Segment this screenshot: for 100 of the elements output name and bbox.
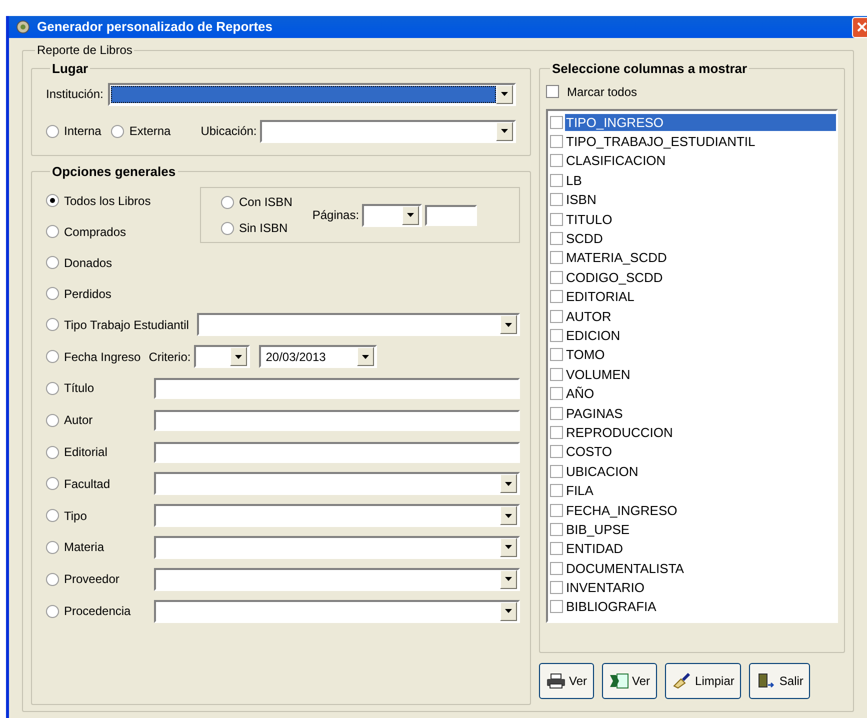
checkbox[interactable] xyxy=(550,135,563,148)
toolbar-button[interactable]: Limpiar xyxy=(665,663,742,699)
radio-button[interactable] xyxy=(46,604,59,618)
radio-button[interactable] xyxy=(46,540,59,554)
checkbox[interactable] xyxy=(550,270,563,284)
dropdown-field[interactable] xyxy=(154,600,520,623)
list-item[interactable]: LB xyxy=(565,172,836,189)
text-field[interactable] xyxy=(154,410,520,431)
text-field[interactable] xyxy=(425,204,478,226)
checkbox[interactable] xyxy=(550,484,563,498)
list-item[interactable]: AÑO xyxy=(565,385,836,402)
checkbox[interactable] xyxy=(550,251,563,264)
checkbox[interactable] xyxy=(550,387,563,400)
list-item[interactable]: INVENTARIO xyxy=(565,579,836,596)
radio-button[interactable] xyxy=(46,382,59,395)
checkbox[interactable] xyxy=(550,328,563,342)
radio-label: Tipo Trabajo Estudiantil xyxy=(64,316,189,334)
radio-button[interactable] xyxy=(46,225,59,238)
toolbar-button[interactable]: Ver xyxy=(602,663,658,699)
radio-button[interactable] xyxy=(46,350,59,364)
radio-button[interactable] xyxy=(46,477,59,490)
list-item[interactable]: REPRODUCCION xyxy=(565,424,836,441)
radio-button[interactable] xyxy=(46,509,59,522)
dropdown-field[interactable] xyxy=(196,313,520,336)
list-item[interactable]: CODIGO_SCDD xyxy=(565,268,836,286)
list-item[interactable]: FECHA_INGRESO xyxy=(565,502,836,518)
radio-button[interactable] xyxy=(46,572,59,586)
list-item[interactable]: CLASIFICACION xyxy=(565,152,836,170)
dropdown-field[interactable] xyxy=(362,204,422,226)
list-item[interactable]: TIPO_TRABAJO_ESTUDIANTIL xyxy=(565,133,836,150)
radio-button[interactable] xyxy=(46,414,59,427)
radio-label: Con ISBN xyxy=(239,194,292,211)
list-item[interactable]: AUTOR xyxy=(565,308,836,325)
radio-label: Fecha Ingreso xyxy=(64,348,141,366)
list-item[interactable]: SCDD xyxy=(565,230,836,248)
checkbox[interactable] xyxy=(550,562,563,575)
list-item[interactable]: EDICION xyxy=(565,326,836,344)
checkbox[interactable] xyxy=(550,116,563,129)
close-icon[interactable] xyxy=(852,16,867,38)
checkbox[interactable] xyxy=(550,522,563,536)
toolbar-button[interactable]: Salir xyxy=(749,663,810,699)
checkbox[interactable] xyxy=(550,445,563,458)
checkbox[interactable] xyxy=(550,426,563,439)
spreadsheet-icon xyxy=(609,673,630,689)
dropdown-field[interactable] xyxy=(194,345,250,368)
dropdown-field[interactable] xyxy=(154,472,520,496)
checkbox[interactable] xyxy=(546,85,559,98)
list-item[interactable]: PAGINAS xyxy=(565,404,836,422)
text-field[interactable] xyxy=(154,378,520,399)
radio-button[interactable] xyxy=(46,287,59,300)
radio-button[interactable] xyxy=(46,124,59,138)
checkbox[interactable] xyxy=(550,368,563,381)
list-item[interactable]: BIB_UPSE xyxy=(565,520,836,538)
dropdown-field[interactable] xyxy=(154,568,520,591)
radio-button[interactable] xyxy=(46,446,59,459)
checkbox[interactable] xyxy=(550,232,563,246)
list-item[interactable]: FILA xyxy=(565,482,836,500)
radio-button[interactable] xyxy=(111,124,124,138)
radio-label: Tipo xyxy=(64,508,87,525)
checkbox[interactable] xyxy=(550,600,563,614)
dropdown-field[interactable] xyxy=(154,536,520,559)
list-item[interactable]: EDITORIAL xyxy=(565,288,836,306)
checkbox[interactable] xyxy=(550,464,563,478)
checkbox[interactable] xyxy=(550,310,563,323)
checkbox[interactable] xyxy=(550,504,563,516)
list-item[interactable]: VOLUMEN xyxy=(565,366,836,383)
radio-button[interactable] xyxy=(46,194,59,207)
list-item[interactable]: MATERIA_SCDD xyxy=(565,249,836,266)
radio-button[interactable] xyxy=(46,318,59,332)
list-item[interactable]: COSTO xyxy=(565,443,836,460)
checkbox[interactable] xyxy=(550,406,563,420)
checkbox[interactable] xyxy=(550,193,563,206)
date-picker[interactable]: 20/03/2013 xyxy=(258,345,377,368)
radio-label: Comprados xyxy=(64,224,126,240)
checkbox[interactable] xyxy=(550,174,563,187)
checkbox[interactable] xyxy=(550,154,563,168)
list-item[interactable]: TITULO xyxy=(565,210,836,228)
list-item[interactable]: TOMO xyxy=(565,346,836,364)
checkbox[interactable] xyxy=(550,212,563,226)
checkbox[interactable] xyxy=(550,581,563,594)
text-field[interactable] xyxy=(154,442,520,463)
checkbox[interactable] xyxy=(550,542,563,556)
list-item[interactable]: DOCUMENTALISTA xyxy=(565,560,836,577)
list-item[interactable]: UBICACION xyxy=(565,462,836,480)
radio-button[interactable] xyxy=(221,196,234,208)
dropdown-field[interactable] xyxy=(260,120,516,142)
list-item[interactable]: BIBLIOGRAFIA xyxy=(565,598,836,616)
radio-label: Materia xyxy=(64,539,104,556)
checkbox[interactable] xyxy=(550,290,563,304)
checkbox[interactable] xyxy=(550,348,563,362)
toolbar-button[interactable]: Ver xyxy=(539,663,594,699)
dropdown-field[interactable] xyxy=(108,82,516,106)
group-title: Reporte de Libros xyxy=(36,42,134,59)
dropdown-field[interactable] xyxy=(154,504,520,528)
list-item[interactable]: ENTIDAD xyxy=(565,540,836,558)
list-item[interactable]: TIPO_INGRESO xyxy=(565,114,836,131)
radio-button[interactable] xyxy=(221,222,234,234)
field-label: Criterio: xyxy=(148,348,191,366)
list-item[interactable]: ISBN xyxy=(565,191,836,208)
radio-button[interactable] xyxy=(46,256,59,269)
